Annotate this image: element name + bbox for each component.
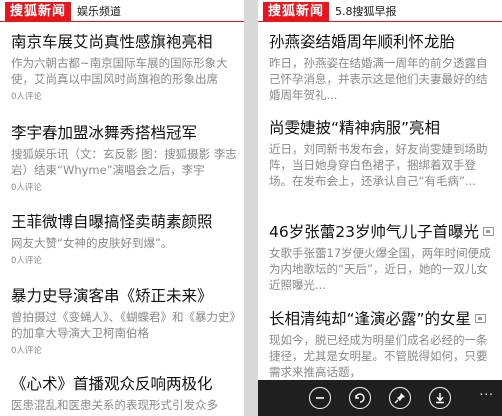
refresh-button[interactable] bbox=[349, 387, 371, 409]
article-title: 《心术》首播观众反响两极化 bbox=[11, 375, 213, 393]
tag-refresh-icon bbox=[355, 393, 365, 403]
article-item[interactable]: 孙燕姿结婚周年顺利怀龙胎 昨日，孙燕姿在结婚满一周年的前夕透露自己怀孕消息，并表… bbox=[269, 32, 496, 103]
article-item[interactable]: 南京车展艾尚真性感旗袍亮相 作为六朝古都~南京国际车展的国际形象大使，艾尚真以中… bbox=[11, 32, 238, 102]
channel-title: 5.8搜狐早报 bbox=[335, 5, 397, 18]
download-icon bbox=[436, 393, 444, 404]
article-title-row: 长相清纯却“逢演必露”的女星 bbox=[269, 309, 496, 329]
download-button[interactable] bbox=[429, 387, 451, 409]
pin-button[interactable] bbox=[389, 387, 411, 409]
article-title: 孙燕姿结婚周年顺利怀龙胎 bbox=[269, 33, 456, 51]
article-item[interactable]: 暴力史导演客串《矫正未来》 曾拍摄过《变蝇人》、《蝴蝶君》和《暴力史》的加拿大导… bbox=[11, 286, 238, 356]
header-divider bbox=[258, 21, 502, 22]
left-pane: 搜狐新闻 娱乐频道 南京车展艾尚真性感旗袍亮相 作为六朝古都~南京国际车展的国际… bbox=[0, 0, 244, 416]
article-item[interactable]: 《心术》首播观众反响两极化 医患混乱和医患关系的表现形式引发众多 bbox=[11, 374, 238, 413]
article-summary: 近日，刘同新书发布会，好友尚雯婕到场助阵，当日她身穿白色裙子，捆绑着双手登场。在… bbox=[269, 142, 488, 188]
image-icon bbox=[482, 227, 494, 236]
header-divider bbox=[0, 21, 244, 22]
channel-title: 娱乐频道 bbox=[77, 5, 122, 18]
comment-count: 0人评论 bbox=[11, 256, 42, 266]
article-item[interactable]: 李宇春加盟冰舞秀搭档冠军 搜狐娱乐讯（文：玄反影 图：搜狐摄影 李志岩）结束“W… bbox=[11, 123, 238, 193]
app-bar: ... bbox=[258, 380, 502, 416]
header: 搜狐新闻 5.8搜狐早报 bbox=[258, 0, 502, 22]
comment-count: 0人评论 bbox=[11, 346, 42, 356]
article-item[interactable]: 王菲微博自曝搞怪卖萌素颜照 网友大赞“女神的皮肤好到爆”。 0人评论 bbox=[11, 212, 238, 266]
article-title: 长相清纯却“逢演必露”的女星 bbox=[269, 310, 472, 328]
article-summary: 搜狐娱乐讯（文：玄反影 图：搜狐摄影 李志岩）结束“Whyme”演唱会之后，李宇 bbox=[11, 147, 237, 177]
article-title: 王菲微博自曝搞怪卖萌素颜照 bbox=[11, 213, 213, 231]
comment-count: 0人评论 bbox=[11, 183, 42, 193]
right-pane: 搜狐新闻 5.8搜狐早报 孙燕姿结婚周年顺利怀龙胎 昨日，孙燕姿在结婚满一周年的… bbox=[258, 0, 502, 416]
article-summary: 曾拍摄过《变蝇人》、《蝴蝶君》和《暴力史》的加拿大导演大卫柯南伯格 bbox=[11, 310, 236, 340]
article-summary: 医患混乱和医患关系的表现形式引发众多 bbox=[11, 398, 218, 412]
article-title-row: 46岁张蕾23岁帅气儿子首曝光 bbox=[269, 222, 496, 242]
article-summary: 女歌手张蕾17岁便火爆全国，两年时间便成为内地歌坛的“天后”，近日，她的一双儿女… bbox=[269, 246, 491, 292]
brand-logo: 搜狐新闻 bbox=[263, 1, 330, 21]
article-item[interactable]: 长相清纯却“逢演必露”的女星 现如今，脱已经成为明星们成名必经的一条捷径，尤其是… bbox=[269, 309, 496, 380]
article-summary: 昨日，孙燕姿在结婚满一周年的前夕透露自己怀孕消息，并表示这是他们夫妻最好的结婚周… bbox=[269, 56, 488, 102]
pin-icon bbox=[394, 393, 405, 404]
article-title: 尚雯婕披“精神病服”亮相 bbox=[269, 119, 441, 137]
article-item[interactable]: 46岁张蕾23岁帅气儿子首曝光 女歌手张蕾17岁便火爆全国，两年时间便成为内地歌… bbox=[269, 222, 496, 293]
article-item[interactable]: 尚雯婕披“精神病服”亮相 近日，刘同新书发布会，好友尚雯婕到场助阵，当日她身穿白… bbox=[269, 118, 496, 205]
minus-icon bbox=[316, 397, 324, 399]
image-icon bbox=[475, 314, 487, 323]
article-title: 南京车展艾尚真性感旗袍亮相 bbox=[11, 33, 213, 51]
comment-count: 0人评论 bbox=[11, 92, 42, 102]
article-summary: 网友大赞“女神的皮肤好到爆”。 bbox=[11, 236, 173, 250]
article-summary: 现如今，脱已经成为明星们成名必经的一条捷径，尤其是女明星。不管脱得如何，只要需求… bbox=[269, 333, 488, 379]
header: 搜狐新闻 娱乐频道 bbox=[0, 0, 244, 22]
article-title: 46岁张蕾23岁帅气儿子首曝光 bbox=[269, 223, 479, 241]
more-menu-button[interactable]: ... bbox=[480, 385, 494, 397]
article-title: 暴力史导演客串《矫正未来》 bbox=[11, 287, 213, 305]
brand-logo: 搜狐新闻 bbox=[5, 1, 72, 21]
article-title: 李宇春加盟冰舞秀搭档冠军 bbox=[11, 124, 198, 142]
minus-button[interactable] bbox=[309, 387, 331, 409]
article-summary: 作为六朝古都~南京国际车展的国际形象大使，艾尚真以中国风时尚旗袍的形象出席 bbox=[11, 56, 228, 86]
